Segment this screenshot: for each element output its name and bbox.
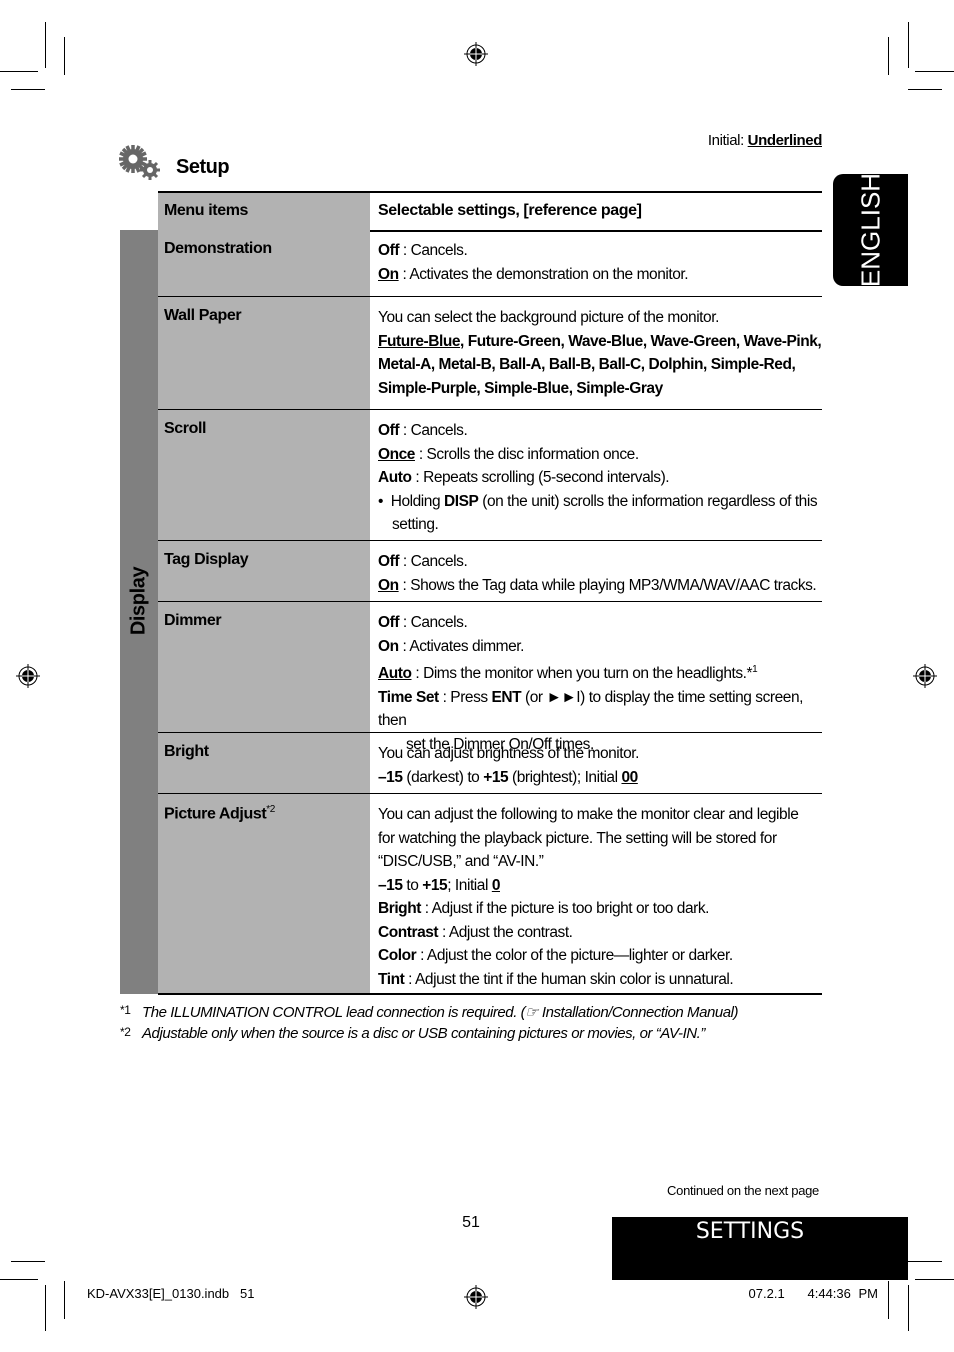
table-row-wall-paper: Wall Paper You can select the background… — [158, 297, 822, 410]
crop-mark — [45, 22, 46, 68]
table-row-dimmer: Dimmer Off : Cancels. On : Activates dim… — [158, 602, 822, 753]
footnote: *2 Adjustable only when the source is a d… — [120, 1025, 705, 1042]
menu-item-settings: Off : Cancels. On : Activates dimmer. Au… — [378, 614, 803, 753]
crop-mark — [908, 22, 909, 68]
crop-mark — [0, 1279, 38, 1280]
crop-mark — [908, 1285, 909, 1331]
footnotes: *1 The ILLUMINATION CONTROL lead connecti… — [120, 1003, 739, 1046]
crop-mark — [908, 1261, 942, 1262]
table-row-bright: Bright You can adjust brightness of the … — [158, 733, 822, 794]
adjust-item: Contrast : Adjust the contrast. — [378, 923, 573, 941]
crop-mark — [45, 1285, 46, 1331]
header-menu-items: Menu items — [158, 193, 370, 230]
table-row-tag-display: Tag Display Off : Cancels. On : Shows th… — [158, 541, 822, 602]
language-tab: ENGLISH — [833, 172, 908, 288]
menu-item-name: Tag Display — [158, 541, 370, 601]
page-number: 51 — [462, 1214, 480, 1231]
crop-mark — [915, 1279, 954, 1280]
initial-setting-note: Initial: Underlined — [600, 132, 823, 149]
header-selectable-settings: Selectable settings, [reference page] — [378, 202, 642, 219]
crop-mark — [0, 71, 38, 72]
continued-note: Continued on the next page — [667, 1183, 819, 1198]
gears-icon — [119, 145, 160, 180]
section-tab-label: SETTINGS — [695, 1219, 805, 1244]
crop-mark — [915, 71, 954, 72]
menu-item-settings: You can select the background picture of… — [378, 309, 822, 397]
crop-mark — [64, 1281, 65, 1319]
menu-item-name: Wall Paper — [158, 297, 370, 409]
table-row-demonstration: Demonstration Off : Cancels. On : Activa… — [158, 230, 822, 297]
table-row-scroll: Scroll Off : Cancels. Once : Scrolls the… — [158, 410, 822, 541]
registration-mark-icon — [464, 1285, 488, 1309]
crop-mark — [888, 1281, 889, 1319]
table-row-picture-adjust: Picture Adjust*2 You can adjust the foll… — [158, 794, 822, 995]
adjust-item: Bright : Adjust if the picture is too br… — [378, 900, 710, 917]
crop-mark — [11, 1261, 45, 1262]
adjust-item: Tint : Adjust the tint if the human skin… — [378, 970, 734, 988]
menu-item-name: Dimmer — [158, 602, 370, 732]
section-tab: SETTINGS — [612, 1217, 908, 1280]
note-bullet: • Holding DISP (on the unit) scrolls the… — [378, 492, 818, 534]
registration-mark-icon — [464, 42, 488, 66]
file-slug: KD-AVX33[E]_0130.indb 51 — [87, 1286, 255, 1301]
menu-item-settings: Off : Cancels. On : Shows the Tag data w… — [378, 553, 817, 594]
registration-mark-icon — [913, 664, 937, 688]
section-title: Setup — [176, 156, 230, 178]
crop-mark — [64, 37, 65, 75]
crop-mark — [908, 89, 942, 90]
menu-item-settings: You can adjust brightness of the monitor… — [378, 745, 640, 786]
print-timestamp: 07.2.1 4:44:36 PM — [748, 1286, 878, 1301]
language-tab-label: ENGLISH — [855, 172, 885, 288]
footnote: *1 The ILLUMINATION CONTROL lead connecti… — [120, 1003, 739, 1021]
menu-item-name: Picture Adjust*2 — [158, 794, 370, 993]
adjust-item: Color : Adjust the color of the picture—… — [378, 947, 733, 964]
table-header: Menu items Selectable settings, [referen… — [158, 191, 822, 232]
registration-mark-icon — [16, 664, 40, 688]
crop-mark — [888, 37, 889, 75]
initial-label: Initial: — [707, 132, 744, 149]
menu-item-name: Scroll — [158, 410, 370, 540]
crop-mark — [11, 89, 45, 90]
menu-item-settings: You can adjust the following to make the… — [370, 794, 822, 993]
menu-item-settings: Off : Cancels. Once : Scrolls the disc i… — [370, 410, 822, 540]
group-label-display: Display — [120, 230, 158, 994]
menu-item-name: Bright — [158, 733, 370, 793]
initial-value: Underlined — [747, 132, 823, 149]
footnote-ref: *2 — [266, 804, 275, 815]
menu-item-name: Demonstration — [158, 230, 370, 296]
menu-item-settings: Off : Cancels. On : Activates the demons… — [378, 242, 689, 283]
